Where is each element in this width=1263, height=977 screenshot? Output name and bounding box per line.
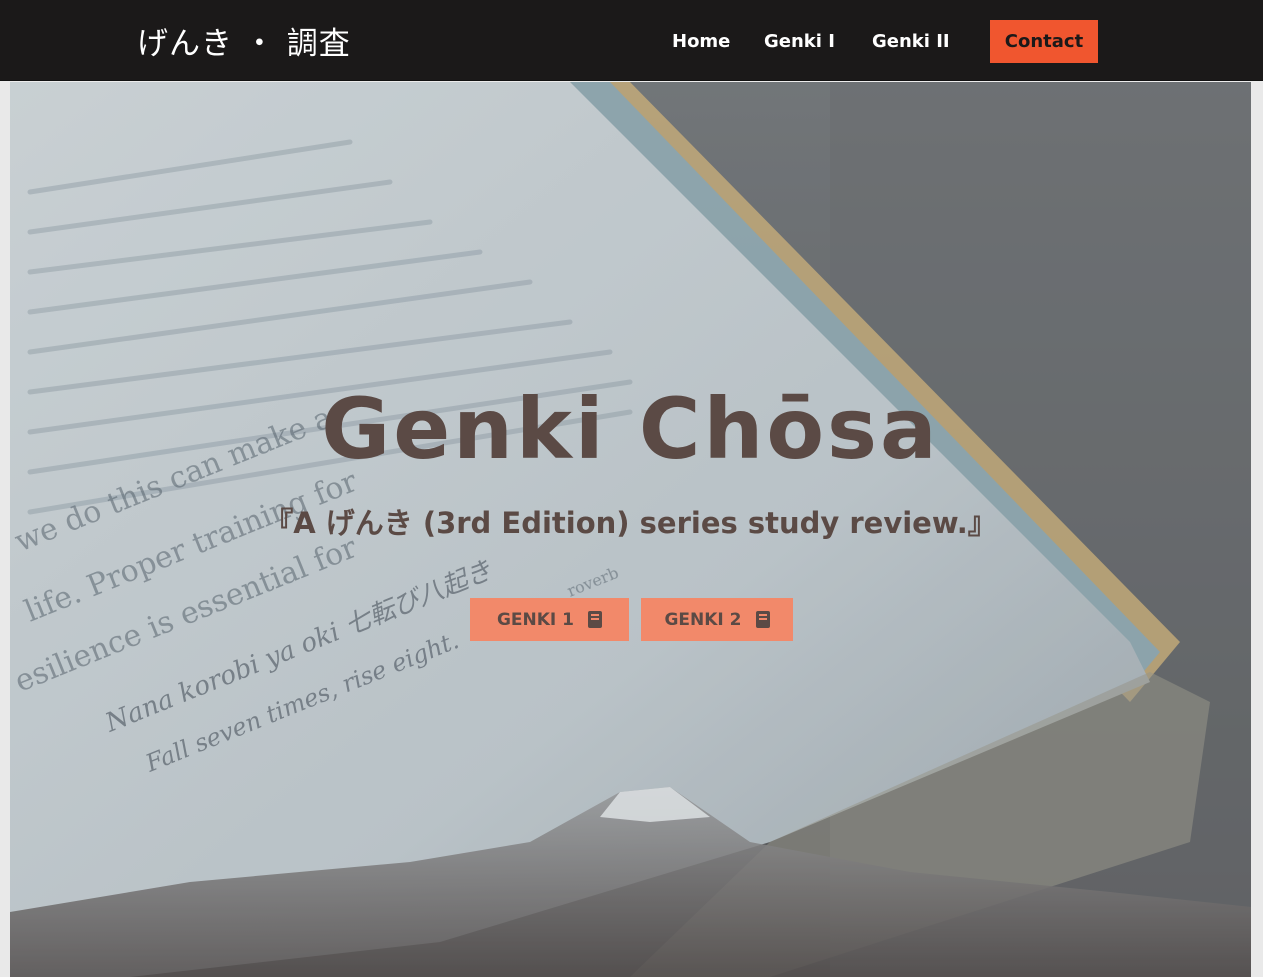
hero-title: Genki Chōsa xyxy=(321,380,940,478)
right-gutter xyxy=(1251,82,1263,977)
book-icon xyxy=(588,611,603,628)
hero-subtitle: 『A げんき (3rd Edition) series study review… xyxy=(264,506,997,540)
top-navbar: げんき ・ 調査 Home Genki I Genki II Contact xyxy=(0,0,1263,81)
genki-1-button-label: GENKI 1 xyxy=(496,609,575,630)
genki-2-button[interactable]: GENKI 2 xyxy=(641,598,793,641)
nav-genki-2-link[interactable]: Genki II xyxy=(872,31,950,52)
genki-1-button[interactable]: GENKI 1 xyxy=(470,598,629,641)
hero-section: Nana korobi ya oki 七転び八起き Fall seven tim… xyxy=(10,82,1251,977)
nav-links: Home Genki I Genki II Contact xyxy=(0,0,1263,81)
nav-genki-1-link[interactable]: Genki I xyxy=(764,31,835,52)
book-icon xyxy=(755,611,770,628)
left-gutter xyxy=(0,82,10,977)
page-frame: げんき ・ 調査 Home Genki I Genki II Contact N… xyxy=(0,0,1263,977)
nav-home-link[interactable]: Home xyxy=(672,31,730,52)
contact-button[interactable]: Contact xyxy=(990,20,1098,63)
genki-2-button-label: GENKI 2 xyxy=(664,609,742,630)
